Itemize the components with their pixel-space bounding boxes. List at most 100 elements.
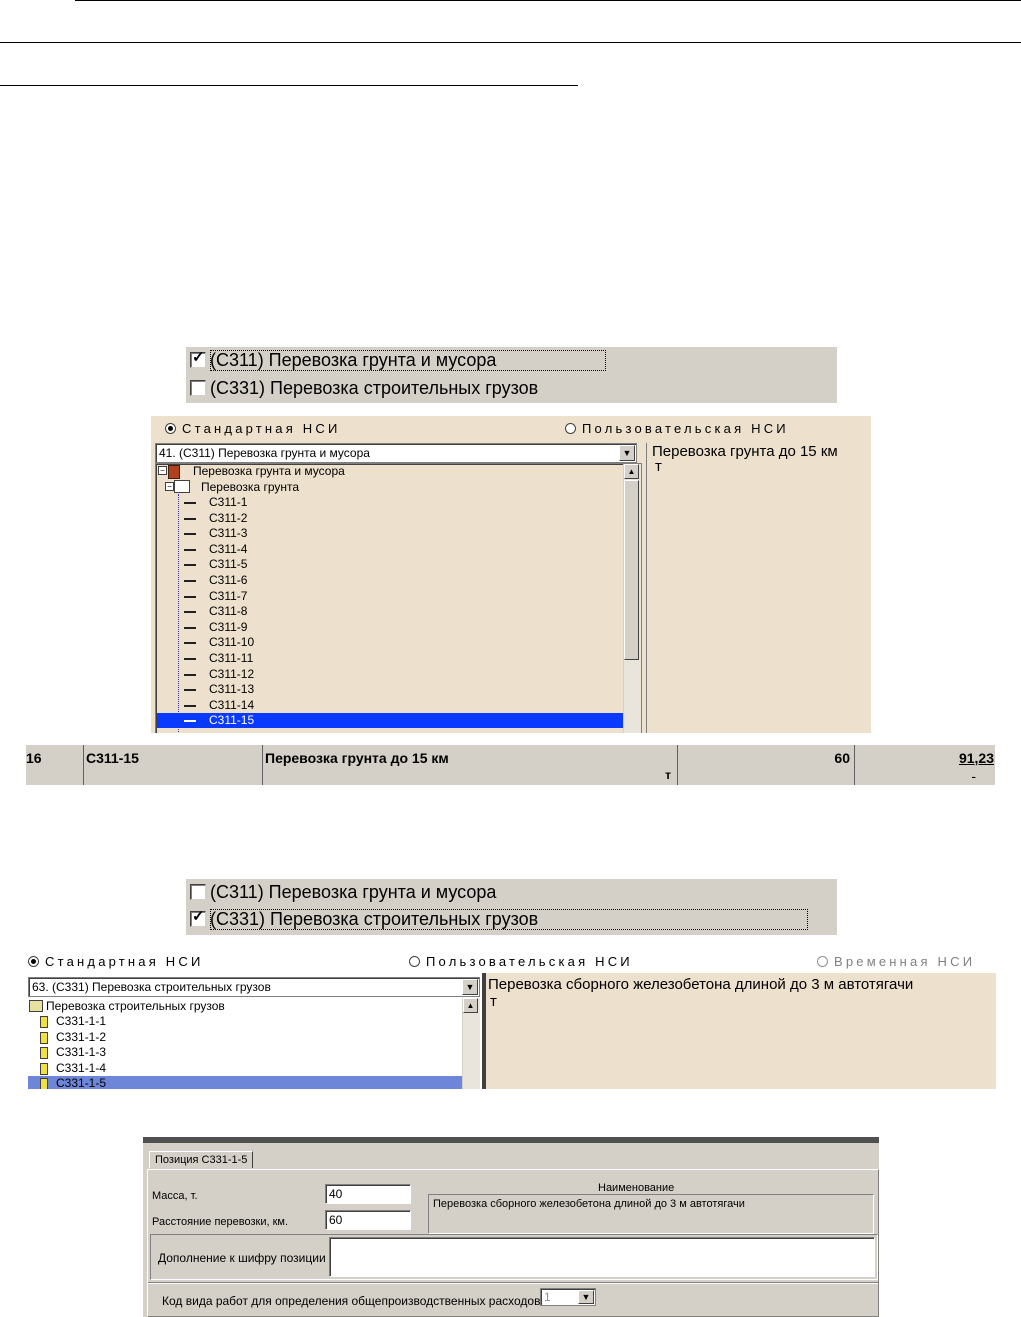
tree-scrollbar[interactable]: ▲ bbox=[462, 998, 480, 1089]
leaf-icon bbox=[184, 704, 196, 707]
item-unit: т bbox=[490, 993, 497, 1010]
radio-temp-nsi[interactable]: Временная НСИ bbox=[817, 954, 975, 969]
open-book-icon bbox=[174, 480, 190, 493]
book-stack-icon bbox=[168, 465, 180, 479]
nsi-browser-1: Стандартная НСИ Пользовательская НСИ 41.… bbox=[151, 416, 871, 733]
item-description: Перевозка грунта до 15 км bbox=[652, 443, 838, 460]
tree-item[interactable]: С311-8 bbox=[209, 604, 247, 619]
checkbox-row-c311[interactable]: ✓ (С311) Перевозка грунта и мусора bbox=[190, 347, 607, 373]
tree-item[interactable]: С311-13 bbox=[209, 682, 254, 697]
checkbox-row-c331[interactable]: ✓ (С331) Перевозка строительных грузов bbox=[190, 906, 809, 932]
checkbox-row-c311[interactable]: (С311) Перевозка грунта и мусора bbox=[190, 879, 496, 905]
tree-item[interactable]: С311-6 bbox=[209, 573, 247, 588]
tree-item[interactable]: С331-1-4 bbox=[56, 1061, 106, 1076]
tree-connector-line bbox=[178, 494, 179, 733]
expand-minus-icon[interactable]: − bbox=[165, 482, 174, 491]
tab-position[interactable]: Позиция С331-1-5 bbox=[149, 1151, 254, 1168]
document-icon bbox=[40, 1016, 48, 1028]
tab-body: Масса, т. 40 Расстояние перевозки, км. 6… bbox=[147, 1169, 879, 1317]
tree-item[interactable]: С311-1 bbox=[209, 495, 247, 510]
radio-user-nsi[interactable]: Пользовательская НСИ bbox=[565, 421, 789, 436]
leaf-icon bbox=[184, 689, 196, 692]
leaf-icon bbox=[184, 502, 196, 504]
nsi-collection-select[interactable]: 63. (С331) Перевозка строительных грузов… bbox=[28, 977, 480, 997]
chevron-down-icon[interactable]: ▼ bbox=[619, 445, 635, 461]
supplement-label: Дополнение к шифру позиции bbox=[158, 1251, 326, 1265]
nsi-description-panel: Перевозка грунта до 15 км т bbox=[646, 443, 871, 733]
position-dialog: Позиция С331-1-5 Масса, т. 40 Расстояние… bbox=[143, 1143, 879, 1317]
tree-item[interactable]: С311-2 bbox=[209, 511, 247, 526]
divider bbox=[148, 1282, 878, 1284]
scroll-up-icon[interactable]: ▲ bbox=[463, 998, 478, 1013]
radio-user-nsi[interactable]: Пользовательская НСИ bbox=[409, 954, 633, 969]
tree-item[interactable]: С331-1-3 bbox=[56, 1045, 106, 1060]
tree-item[interactable]: С311-3 bbox=[209, 526, 247, 541]
scroll-up-icon[interactable]: ▲ bbox=[624, 464, 639, 479]
tree-item[interactable]: С311-4 bbox=[209, 542, 247, 557]
tree-item[interactable]: С331-1-5 bbox=[56, 1076, 106, 1089]
radio-standard-nsi[interactable]: Стандартная НСИ bbox=[165, 421, 341, 436]
checkbox-label-c331: (С331) Перевозка строительных грузов bbox=[210, 908, 809, 930]
supplement-group: Дополнение к шифру позиции bbox=[150, 1234, 878, 1280]
chevron-down-icon[interactable]: ▼ bbox=[462, 979, 478, 995]
checkbox-row-c331[interactable]: (С331) Перевозка строительных грузов bbox=[190, 375, 538, 401]
radio-dot-icon bbox=[565, 423, 576, 434]
nsi-browser-2: Стандартная НСИ Пользовательская НСИ Вре… bbox=[26, 949, 996, 1089]
tree-group-node[interactable]: Перевозка грунта bbox=[201, 480, 299, 495]
nsi-collection-select[interactable]: 41. (С311) Перевозка грунта и мусора ▼ bbox=[155, 443, 637, 463]
leaf-icon bbox=[184, 564, 196, 567]
tree-item[interactable]: С311-7 bbox=[209, 589, 247, 604]
leaf-icon bbox=[184, 611, 196, 614]
leaf-icon bbox=[184, 533, 196, 536]
tree-item[interactable]: С331-1-2 bbox=[56, 1030, 106, 1045]
checkmark-icon: ✓ bbox=[192, 908, 205, 925]
name-cell: Перевозка грунта до 15 км т bbox=[262, 745, 677, 785]
name-value-box: Перевозка сборного железобетона длиной д… bbox=[428, 1194, 874, 1234]
checkbox-label-c331: (С331) Перевозка строительных грузов bbox=[210, 377, 539, 398]
tree-root-node[interactable]: Перевозка грунта и мусора bbox=[193, 464, 345, 479]
mass-input[interactable]: 40 bbox=[325, 1184, 411, 1204]
checkbox-c311[interactable]: ✓ bbox=[190, 349, 206, 368]
checkbox-label-c311: (С311) Перевозка грунта и мусора bbox=[210, 881, 497, 902]
mass-label: Масса, т. bbox=[152, 1190, 198, 1202]
tree-item[interactable]: С311-12 bbox=[209, 667, 254, 682]
nsi-source-radios: Стандартная НСИ Пользовательская НСИ Вре… bbox=[26, 949, 996, 973]
code-select[interactable]: 1 ▼ bbox=[540, 1288, 596, 1306]
chevron-down-icon[interactable]: ▼ bbox=[578, 1290, 594, 1304]
name-header: Наименование bbox=[598, 1182, 675, 1194]
tree-item[interactable]: С311-15 bbox=[209, 713, 254, 728]
tree-item[interactable]: С311-10 bbox=[209, 635, 254, 650]
price-link[interactable]: 91,23 bbox=[959, 750, 994, 766]
leaf-icon bbox=[184, 548, 196, 551]
leaf-icon bbox=[184, 720, 196, 723]
checkbox-c311[interactable] bbox=[190, 884, 206, 900]
top-rule-3 bbox=[0, 85, 578, 86]
scroll-thumb[interactable] bbox=[624, 480, 639, 660]
estimate-row[interactable]: 16 С311-15 Перевозка грунта до 15 км т 6… bbox=[26, 745, 995, 785]
qty-cell: 60 bbox=[677, 745, 854, 785]
checkbox-label-c311: (С311) Перевозка грунта и мусора bbox=[210, 349, 607, 371]
name-group: Наименование Перевозка сборного железобе… bbox=[428, 1180, 874, 1234]
leaf-icon bbox=[184, 595, 196, 598]
supplement-input[interactable] bbox=[329, 1237, 875, 1277]
checkbox-c331[interactable]: ✓ bbox=[190, 908, 206, 927]
item-description: Перевозка сборного железобетона длиной д… bbox=[488, 976, 914, 993]
leaf-icon bbox=[184, 517, 196, 520]
tree-scrollbar[interactable]: ▲ bbox=[623, 464, 641, 733]
checkbox-c331[interactable] bbox=[190, 380, 206, 396]
document-icon bbox=[40, 1062, 48, 1075]
tree-item[interactable]: С311-14 bbox=[209, 698, 254, 713]
radio-dot-icon bbox=[165, 423, 176, 434]
tree-root-node[interactable]: Перевозка строительных грузов bbox=[46, 999, 225, 1014]
category-checkbox-panel-2: (С311) Перевозка грунта и мусора ✓ (С331… bbox=[186, 879, 837, 935]
document-icon bbox=[40, 1078, 48, 1089]
top-rule-1 bbox=[75, 0, 1021, 1]
leaf-icon bbox=[184, 626, 196, 629]
distance-input[interactable]: 60 bbox=[325, 1210, 411, 1230]
tree-item[interactable]: С311-5 bbox=[209, 557, 247, 572]
expand-minus-icon[interactable]: − bbox=[158, 466, 167, 475]
radio-standard-nsi[interactable]: Стандартная НСИ bbox=[28, 954, 204, 969]
tree-item[interactable]: С331-1-1 bbox=[56, 1014, 106, 1029]
tree-item[interactable]: С311-9 bbox=[209, 620, 247, 635]
tree-item[interactable]: С311-11 bbox=[209, 651, 253, 666]
